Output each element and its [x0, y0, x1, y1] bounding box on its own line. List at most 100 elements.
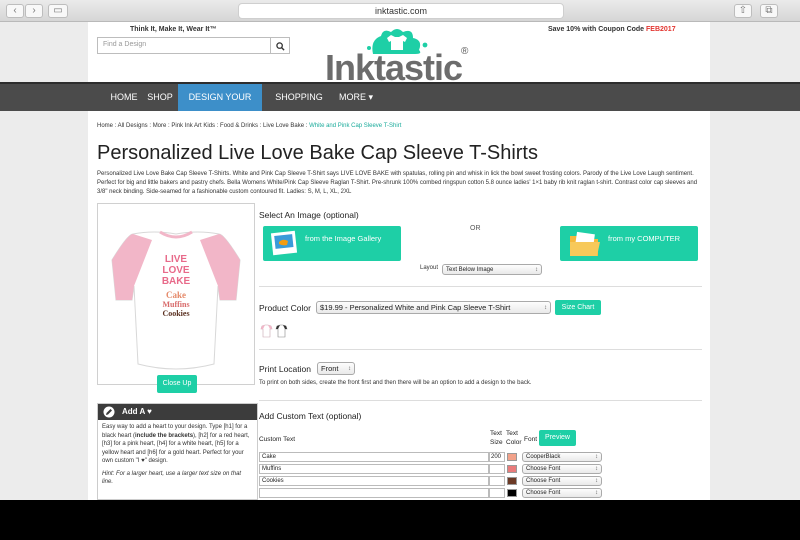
chevron-updown-icon: ↕: [348, 366, 351, 372]
text-size-input-1[interactable]: 200: [489, 452, 505, 462]
col-text-color-2: Color: [506, 439, 522, 446]
size-chart-button[interactable]: Size Chart: [555, 300, 601, 315]
print-location-label: Print Location: [259, 364, 311, 374]
tip-header: Add A ♥: [98, 404, 257, 420]
share-icon[interactable]: ⇧: [734, 4, 752, 18]
tabs-icon[interactable]: ⧉: [760, 4, 778, 18]
font-value-1: CooperBlack: [526, 454, 561, 460]
text-color-swatch-1[interactable]: [507, 453, 517, 461]
screen-bottom-bar: [0, 500, 800, 540]
shirt-line-5: Muffins: [162, 300, 189, 309]
print-location-hint: To print on both sides, create the front…: [259, 380, 532, 386]
site-logo[interactable]: Inktastic ®: [325, 26, 475, 86]
text-size-input-3[interactable]: [489, 476, 505, 486]
search-input[interactable]: Find a Design: [97, 37, 271, 54]
font-value-3: Choose Font: [526, 478, 561, 484]
col-font: Font: [524, 436, 538, 443]
tshirt-image: LIVE LOVE BAKE Cake Muffins Cookies: [111, 230, 241, 370]
text-color-swatch-2[interactable]: [507, 465, 517, 473]
product-description: Personalized Live Love Bake Cap Sleeve T…: [97, 171, 698, 195]
text-size-input-4[interactable]: [489, 488, 505, 498]
upload-computer-button[interactable]: from my COMPUTER: [560, 226, 698, 261]
add-heart-tip: Add A ♥ Easy way to add a heart to your …: [97, 403, 258, 500]
layout-label: Layout: [420, 265, 439, 271]
chevron-updown-icon: ↕: [535, 267, 538, 273]
nav-shop[interactable]: SHOP: [144, 84, 176, 111]
print-location-select[interactable]: Front ↕: [317, 362, 355, 375]
product-color-select[interactable]: $19.99 - Personalized White and Pink Cap…: [316, 301, 551, 314]
breadcrumb-current[interactable]: White and Pink Cap Sleeve T-Shirt: [309, 123, 401, 129]
shirt-swatch-pink[interactable]: [260, 324, 273, 338]
breadcrumb-path[interactable]: Home : All Designs : More : Pink Ink Art…: [97, 123, 309, 129]
divider: [259, 400, 702, 401]
computer-button-label: from my COMPUTER: [608, 234, 681, 243]
font-value-2: Choose Font: [526, 466, 561, 472]
pencil-icon: [103, 406, 115, 418]
select-image-label: Select An Image (optional): [259, 210, 359, 220]
shirt-swatch-black[interactable]: [275, 324, 288, 338]
forward-button[interactable]: ›: [25, 4, 43, 18]
back-button[interactable]: ‹: [6, 4, 24, 18]
product-image[interactable]: LIVE LOVE BAKE Cake Muffins Cookies: [97, 203, 255, 385]
address-bar[interactable]: inktastic.com: [238, 3, 564, 19]
chevron-updown-icon: ↕: [595, 478, 598, 484]
tip-text-bold: include the brackets: [135, 432, 194, 439]
font-select-1[interactable]: CooperBlack ↕: [522, 452, 602, 462]
col-custom-text: Custom Text: [259, 436, 296, 443]
chevron-updown-icon: ↕: [595, 466, 598, 472]
shirt-line-1: LIVE: [165, 254, 188, 265]
shirt-line-3: BAKE: [162, 276, 191, 287]
shirt-line-6: Cookies: [162, 309, 189, 318]
or-label: OR: [470, 225, 481, 232]
gallery-photo-icon: [270, 230, 298, 256]
breadcrumb: Home : All Designs : More : Pink Ink Art…: [97, 123, 401, 129]
sidebar-toggle-icon[interactable]: ▭: [48, 4, 68, 18]
tagline: Think It, Make It, Wear It™: [130, 26, 217, 33]
nav-design-your-own[interactable]: DESIGN YOUR OWN: [178, 84, 262, 129]
text-color-swatch-3[interactable]: [507, 477, 517, 485]
tip-hint: Hint: For a larger heart, use a larger t…: [102, 470, 242, 486]
custom-text-input-2[interactable]: Muffins: [259, 464, 489, 474]
folder-icon: [570, 231, 600, 256]
custom-text-input-4[interactable]: [259, 488, 489, 498]
shirt-line-4: Cake: [166, 290, 186, 300]
shirt-line-2: LOVE: [162, 265, 190, 276]
chevron-updown-icon: ↕: [544, 305, 547, 311]
logo-wordmark: Inktastic: [325, 47, 463, 88]
divider: [259, 286, 702, 287]
custom-text-input-1[interactable]: Cake: [259, 452, 489, 462]
promo-banner: Save 10% with Coupon Code FEB2017: [548, 26, 676, 33]
font-select-4[interactable]: Choose Font ↕: [522, 488, 602, 498]
custom-text-input-3[interactable]: Cookies: [259, 476, 489, 486]
color-swatches: [260, 324, 288, 338]
gallery-button-label: from the Image Gallery: [305, 234, 382, 243]
browser-toolbar: ‹ › ▭ inktastic.com ⇧ ⧉: [0, 0, 800, 22]
preview-button[interactable]: Preview: [539, 430, 576, 446]
font-value-4: Choose Font: [526, 490, 561, 496]
nav-more[interactable]: MORE ▾: [336, 84, 376, 111]
nav-shopping-cart[interactable]: SHOPPING CART: [264, 84, 334, 129]
tip-body: Easy way to add a heart to your design. …: [98, 420, 257, 490]
promo-code: FEB2017: [646, 26, 676, 33]
font-select-3[interactable]: Choose Font ↕: [522, 476, 602, 486]
custom-text-label: Add Custom Text (optional): [259, 411, 362, 421]
search-button[interactable]: [270, 37, 290, 54]
main-nav: HOME SHOP DESIGN YOUR OWN SHOPPING CART …: [0, 82, 800, 129]
tip-title: Add A ♥: [122, 407, 152, 416]
search-icon: [275, 42, 285, 51]
text-color-swatch-4[interactable]: [507, 489, 517, 497]
nav-home[interactable]: HOME: [106, 84, 142, 111]
font-select-2[interactable]: Choose Font ↕: [522, 464, 602, 474]
chevron-updown-icon: ↕: [595, 490, 598, 496]
col-text-size-1: Text: [490, 430, 502, 437]
text-size-input-2[interactable]: [489, 464, 505, 474]
product-color-label: Product Color: [259, 303, 311, 313]
col-text-color-1: Text: [506, 430, 518, 437]
logo-registered-mark: ®: [461, 46, 469, 57]
col-text-size-2: Size: [490, 439, 503, 446]
close-up-button[interactable]: Close Up: [157, 375, 197, 393]
image-gallery-button[interactable]: from the Image Gallery: [263, 226, 401, 261]
promo-text: Save 10% with Coupon Code: [548, 26, 647, 33]
layout-select[interactable]: Text Below Image ↕: [442, 264, 542, 275]
layout-value: Text Below Image: [446, 267, 494, 273]
